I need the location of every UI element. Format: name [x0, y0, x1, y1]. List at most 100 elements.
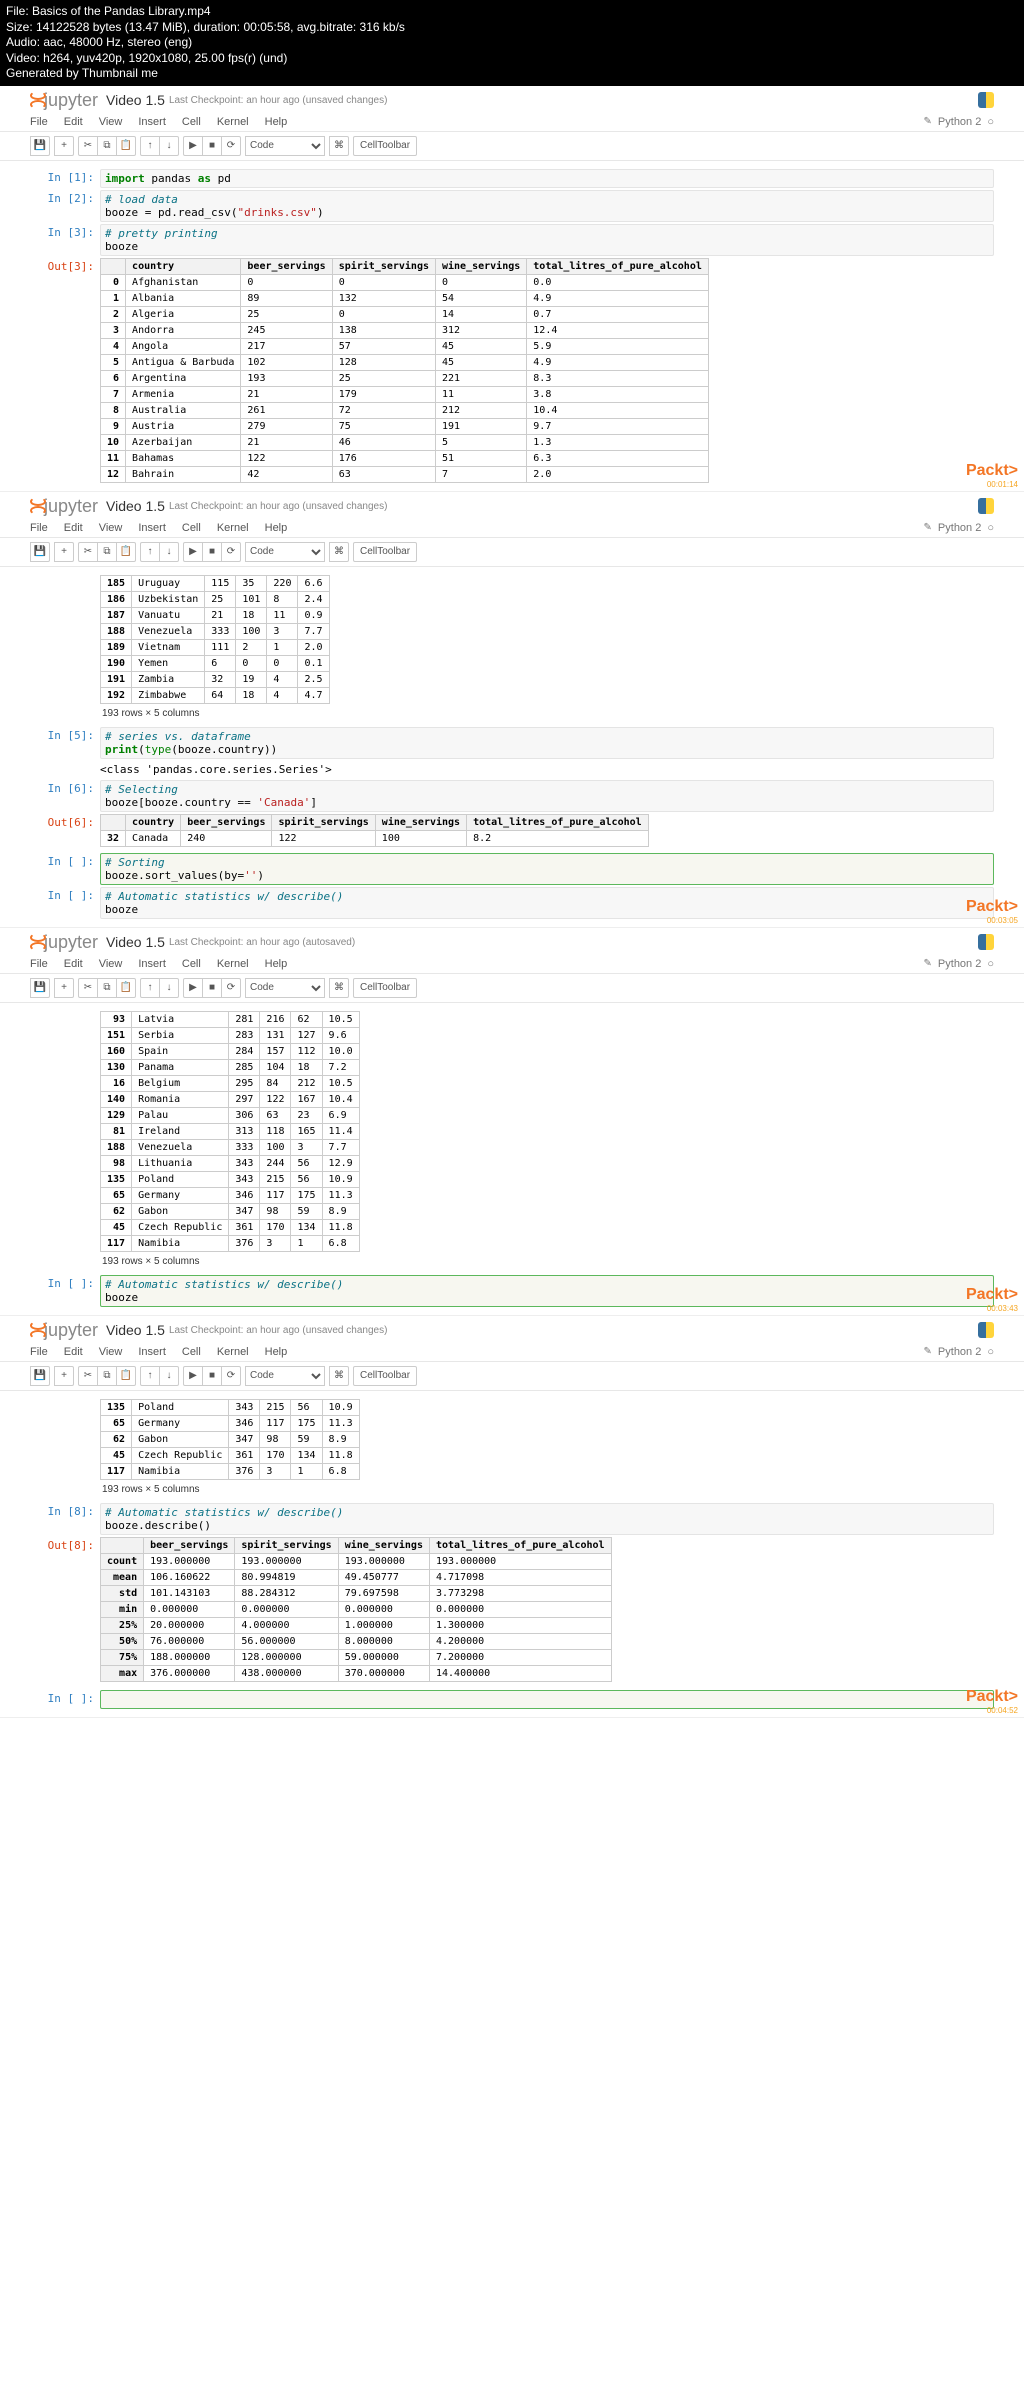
cut-button[interactable]: ✂ — [78, 978, 98, 998]
menu-view[interactable]: View — [99, 1346, 123, 1358]
save-button[interactable]: 💾 — [30, 1366, 50, 1386]
menu-kernel[interactable]: Kernel — [217, 522, 249, 534]
cut-button[interactable]: ✂ — [78, 136, 98, 156]
save-button[interactable]: 💾 — [30, 136, 50, 156]
cell-toolbar-button[interactable]: CellToolbar — [353, 978, 417, 998]
menu-cell[interactable]: Cell — [182, 958, 201, 970]
kernel-name[interactable]: Python 2 — [938, 522, 981, 534]
run-button[interactable]: ▶ — [183, 978, 203, 998]
move-up-button[interactable]: ↑ — [140, 1366, 160, 1386]
kernel-name[interactable]: Python 2 — [938, 958, 981, 970]
paste-button[interactable]: 📋 — [116, 978, 136, 998]
command-palette-button[interactable]: ⌘ — [329, 542, 349, 562]
code-cell-8[interactable]: # Automatic statistics w/ describe() boo… — [100, 1503, 994, 1535]
cell-toolbar-button[interactable]: CellToolbar — [353, 136, 417, 156]
copy-button[interactable]: ⧉ — [97, 1366, 117, 1386]
move-down-button[interactable]: ↓ — [159, 978, 179, 998]
interrupt-button[interactable]: ■ — [202, 1366, 222, 1386]
notebook-title[interactable]: Video 1.5 — [106, 1322, 165, 1338]
menu-cell[interactable]: Cell — [182, 1346, 201, 1358]
run-button[interactable]: ▶ — [183, 136, 203, 156]
menu-help[interactable]: Help — [265, 1346, 288, 1358]
restart-button[interactable]: ⟳ — [221, 1366, 241, 1386]
restart-button[interactable]: ⟳ — [221, 978, 241, 998]
menu-edit[interactable]: Edit — [64, 1346, 83, 1358]
terminal-gen: Generated by Thumbnail me — [6, 66, 1018, 82]
menu-edit[interactable]: Edit — [64, 116, 83, 128]
interrupt-button[interactable]: ■ — [202, 542, 222, 562]
menu-kernel[interactable]: Kernel — [217, 958, 249, 970]
command-palette-button[interactable]: ⌘ — [329, 136, 349, 156]
menu-insert[interactable]: Insert — [138, 522, 166, 534]
menu-view[interactable]: View — [99, 522, 123, 534]
move-down-button[interactable]: ↓ — [159, 136, 179, 156]
menu-insert[interactable]: Insert — [138, 116, 166, 128]
code-cell-5[interactable]: # series vs. dataframe print(type(booze.… — [100, 727, 994, 759]
copy-button[interactable]: ⧉ — [97, 136, 117, 156]
menu-kernel[interactable]: Kernel — [217, 116, 249, 128]
menu-insert[interactable]: Insert — [138, 1346, 166, 1358]
menu-help[interactable]: Help — [265, 958, 288, 970]
menu-edit[interactable]: Edit — [64, 958, 83, 970]
menu-view[interactable]: View — [99, 958, 123, 970]
menu-help[interactable]: Help — [265, 522, 288, 534]
interrupt-button[interactable]: ■ — [202, 978, 222, 998]
copy-button[interactable]: ⧉ — [97, 978, 117, 998]
code-cell-2[interactable]: # load data booze = pd.read_csv("drinks.… — [100, 190, 994, 222]
add-cell-button[interactable]: + — [54, 978, 74, 998]
kernel-name[interactable]: Python 2 — [938, 116, 981, 128]
code-cell-3[interactable]: # pretty printing booze — [100, 224, 994, 256]
notebook-title[interactable]: Video 1.5 — [106, 498, 165, 514]
restart-button[interactable]: ⟳ — [221, 542, 241, 562]
cell-toolbar-button[interactable]: CellToolbar — [353, 542, 417, 562]
add-cell-button[interactable]: + — [54, 136, 74, 156]
menu-cell[interactable]: Cell — [182, 116, 201, 128]
move-up-button[interactable]: ↑ — [140, 136, 160, 156]
menu-insert[interactable]: Insert — [138, 958, 166, 970]
cell-type-select[interactable]: Code — [245, 542, 325, 562]
menu-file[interactable]: File — [30, 116, 48, 128]
paste-button[interactable]: 📋 — [116, 1366, 136, 1386]
add-cell-button[interactable]: + — [54, 1366, 74, 1386]
menu-file[interactable]: File — [30, 1346, 48, 1358]
code-cell-empty[interactable] — [100, 1690, 994, 1709]
menu-cell[interactable]: Cell — [182, 522, 201, 534]
cut-button[interactable]: ✂ — [78, 1366, 98, 1386]
copy-button[interactable]: ⧉ — [97, 542, 117, 562]
paste-button[interactable]: 📋 — [116, 136, 136, 156]
run-button[interactable]: ▶ — [183, 542, 203, 562]
cut-button[interactable]: ✂ — [78, 542, 98, 562]
menu-edit[interactable]: Edit — [64, 522, 83, 534]
move-up-button[interactable]: ↑ — [140, 542, 160, 562]
menu-file[interactable]: File — [30, 522, 48, 534]
notebook-title[interactable]: Video 1.5 — [106, 92, 165, 108]
cell-type-select[interactable]: Code — [245, 136, 325, 156]
move-up-button[interactable]: ↑ — [140, 978, 160, 998]
interrupt-button[interactable]: ■ — [202, 136, 222, 156]
add-cell-button[interactable]: + — [54, 542, 74, 562]
command-palette-button[interactable]: ⌘ — [329, 1366, 349, 1386]
code-cell-1[interactable]: import pandas as pd — [100, 169, 994, 188]
command-palette-button[interactable]: ⌘ — [329, 978, 349, 998]
menu-file[interactable]: File — [30, 958, 48, 970]
save-button[interactable]: 💾 — [30, 542, 50, 562]
kernel-name[interactable]: Python 2 — [938, 1346, 981, 1358]
code-cell-sort[interactable]: # Sorting booze.sort_values(by='') — [100, 853, 994, 885]
cell-toolbar-button[interactable]: CellToolbar — [353, 1366, 417, 1386]
menu-view[interactable]: View — [99, 116, 123, 128]
menu-help[interactable]: Help — [265, 116, 288, 128]
cell-type-select[interactable]: Code — [245, 1366, 325, 1386]
jupyter-text: jupyter — [44, 932, 98, 953]
notebook-title[interactable]: Video 1.5 — [106, 934, 165, 950]
code-cell-desc[interactable]: # Automatic statistics w/ describe() boo… — [100, 1275, 994, 1307]
code-cell-6[interactable]: # Selecting booze[booze.country == 'Cana… — [100, 780, 994, 812]
restart-button[interactable]: ⟳ — [221, 136, 241, 156]
move-down-button[interactable]: ↓ — [159, 1366, 179, 1386]
move-down-button[interactable]: ↓ — [159, 542, 179, 562]
cell-type-select[interactable]: Code — [245, 978, 325, 998]
paste-button[interactable]: 📋 — [116, 542, 136, 562]
code-cell-desc[interactable]: # Automatic statistics w/ describe() boo… — [100, 887, 994, 919]
save-button[interactable]: 💾 — [30, 978, 50, 998]
run-button[interactable]: ▶ — [183, 1366, 203, 1386]
menu-kernel[interactable]: Kernel — [217, 1346, 249, 1358]
